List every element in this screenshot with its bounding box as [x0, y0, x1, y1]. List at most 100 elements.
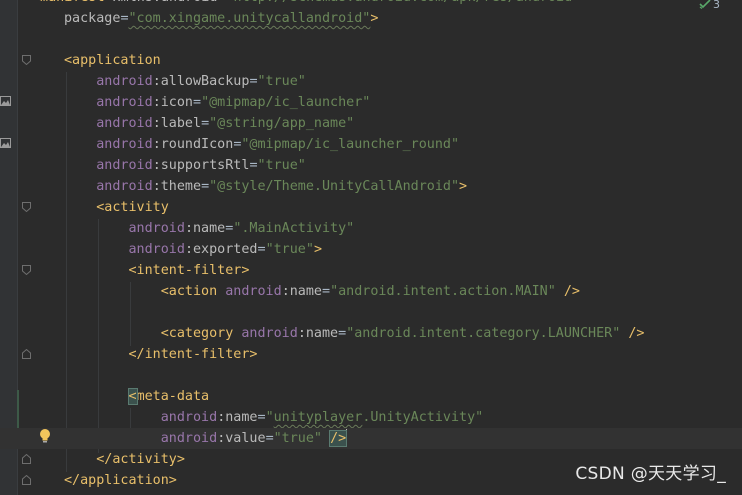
- token-attr: :name: [184, 221, 226, 236]
- token-attr: :roundIcon: [152, 137, 234, 152]
- token-attr: :exported: [184, 242, 258, 257]
- token-val: "@style/Theme.UnityCallAndroid": [209, 179, 460, 194]
- code-line[interactable]: [0, 29, 742, 50]
- token-attr-ns: android: [160, 431, 218, 446]
- token-attr: :value: [217, 431, 266, 446]
- code-line-text: android:name=".MainActivity": [64, 218, 355, 239]
- code-line[interactable]: <meta-data: [0, 386, 742, 407]
- token-plain: =: [217, 0, 225, 5]
- code-line-text: android:icon="@mipmap/ic_launcher": [64, 92, 370, 113]
- token-val: "android.intent.action.MAIN": [330, 284, 556, 299]
- token-val: "@string/app_name": [209, 116, 355, 131]
- token-plain: =: [249, 158, 258, 173]
- token-tag: </activity>: [96, 452, 185, 467]
- token-val: ": [265, 410, 274, 425]
- token-val: ".MainActivity": [233, 221, 355, 236]
- matched-tag-close: />: [329, 430, 348, 447]
- code-line[interactable]: <category android:name="android.intent.c…: [0, 323, 742, 344]
- token-attr: xmlns:android: [113, 0, 218, 5]
- code-line[interactable]: <intent-filter>: [0, 260, 742, 281]
- code-line-text: android:theme="@style/Theme.UnityCallAnd…: [64, 176, 467, 197]
- code-line[interactable]: android:name="unityplayer.UnityActivity": [0, 407, 742, 428]
- code-line[interactable]: android:icon="@mipmap/ic_launcher": [0, 92, 742, 113]
- code-line[interactable]: <manifest xmlns:android="http://schemas.…: [0, 0, 742, 8]
- token-plain: =: [338, 326, 347, 341]
- code-line-text: </intent-filter>: [64, 344, 258, 365]
- code-line[interactable]: android:label="@string/app_name": [0, 113, 742, 134]
- code-line[interactable]: android:supportsRtl="true": [0, 155, 742, 176]
- code-line-text: </application>: [64, 470, 177, 491]
- token-attr-ns: android: [96, 137, 153, 152]
- token-val: "com.xingame.unitycallandroid": [128, 11, 371, 26]
- code-line[interactable]: android:exported="true">: [0, 239, 742, 260]
- code-line-text: <manifest xmlns:android="http://schemas.…: [32, 0, 580, 8]
- code-line-text: <intent-filter>: [64, 260, 250, 281]
- token-tag: </intent-filter>: [128, 347, 258, 362]
- code-line[interactable]: <action android:name="android.intent.act…: [0, 281, 742, 302]
- token-plain: =: [120, 11, 129, 26]
- check-icon: [699, 0, 711, 9]
- code-line-text: android:allowBackup="true": [64, 71, 306, 92]
- token-attr: :name: [217, 410, 258, 425]
- token-attr: :name: [281, 284, 322, 299]
- token-val: .UnityActivity": [362, 410, 484, 425]
- token-attr: package: [64, 11, 121, 26]
- token-attr-ns: android: [225, 284, 282, 299]
- code-line-text: <meta-data: [64, 386, 209, 407]
- watermark: CSDN @天天学习_: [575, 464, 726, 484]
- code-line[interactable]: [0, 302, 742, 323]
- token-tag: >: [459, 179, 468, 194]
- code-line[interactable]: package="com.xingame.unitycallandroid">: [0, 8, 742, 29]
- lightbulb-icon[interactable]: [38, 428, 52, 444]
- token-tag: >: [370, 11, 379, 26]
- code-line[interactable]: android:roundIcon="@mipmap/ic_launcher_r…: [0, 134, 742, 155]
- token-attr: :allowBackup: [152, 74, 250, 89]
- code-line[interactable]: </intent-filter>: [0, 344, 742, 365]
- code-line[interactable]: android:allowBackup="true": [0, 71, 742, 92]
- token-attr-ns: android: [96, 74, 153, 89]
- inspection-count: 3: [713, 0, 720, 11]
- token-plain: =: [249, 74, 258, 89]
- token-tag: <application: [64, 53, 161, 68]
- code-line-text: android:label="@string/app_name": [64, 113, 354, 134]
- token-val: "true": [257, 158, 306, 173]
- token-tag: >: [313, 242, 322, 257]
- code-line[interactable]: android:name=".MainActivity": [0, 218, 742, 239]
- code-line-text: android:value="true" />: [64, 428, 348, 449]
- token-tag: <activity: [96, 200, 169, 215]
- token-attr: :icon: [152, 95, 193, 110]
- code-line[interactable]: android:value="true" />: [0, 428, 742, 449]
- code-line[interactable]: android:theme="@style/Theme.UnityCallAnd…: [0, 176, 742, 197]
- code-line[interactable]: <application: [0, 50, 742, 71]
- code-editor[interactable]: <manifest xmlns:android="http://schemas.…: [0, 0, 742, 495]
- code-line[interactable]: [0, 365, 742, 386]
- token-attr-ns: android: [128, 221, 185, 236]
- token-attr: :name: [297, 326, 339, 341]
- token-attr-ns: android: [96, 158, 153, 173]
- token-val: "true": [257, 74, 306, 89]
- token-tag: <category: [160, 326, 242, 341]
- token-plain: =: [201, 179, 210, 194]
- token-plain: =: [201, 116, 210, 131]
- code-line-text: android:exported="true">: [64, 239, 323, 260]
- matched-bracket: <: [127, 388, 138, 405]
- inspection-widget[interactable]: 3: [699, 0, 720, 11]
- token-val: "true": [273, 431, 322, 446]
- token-val: "@mipmap/ic_launcher_round": [241, 137, 460, 152]
- code-line[interactable]: <activity: [0, 197, 742, 218]
- text-caret: [346, 429, 348, 444]
- token-tag: />: [620, 326, 645, 341]
